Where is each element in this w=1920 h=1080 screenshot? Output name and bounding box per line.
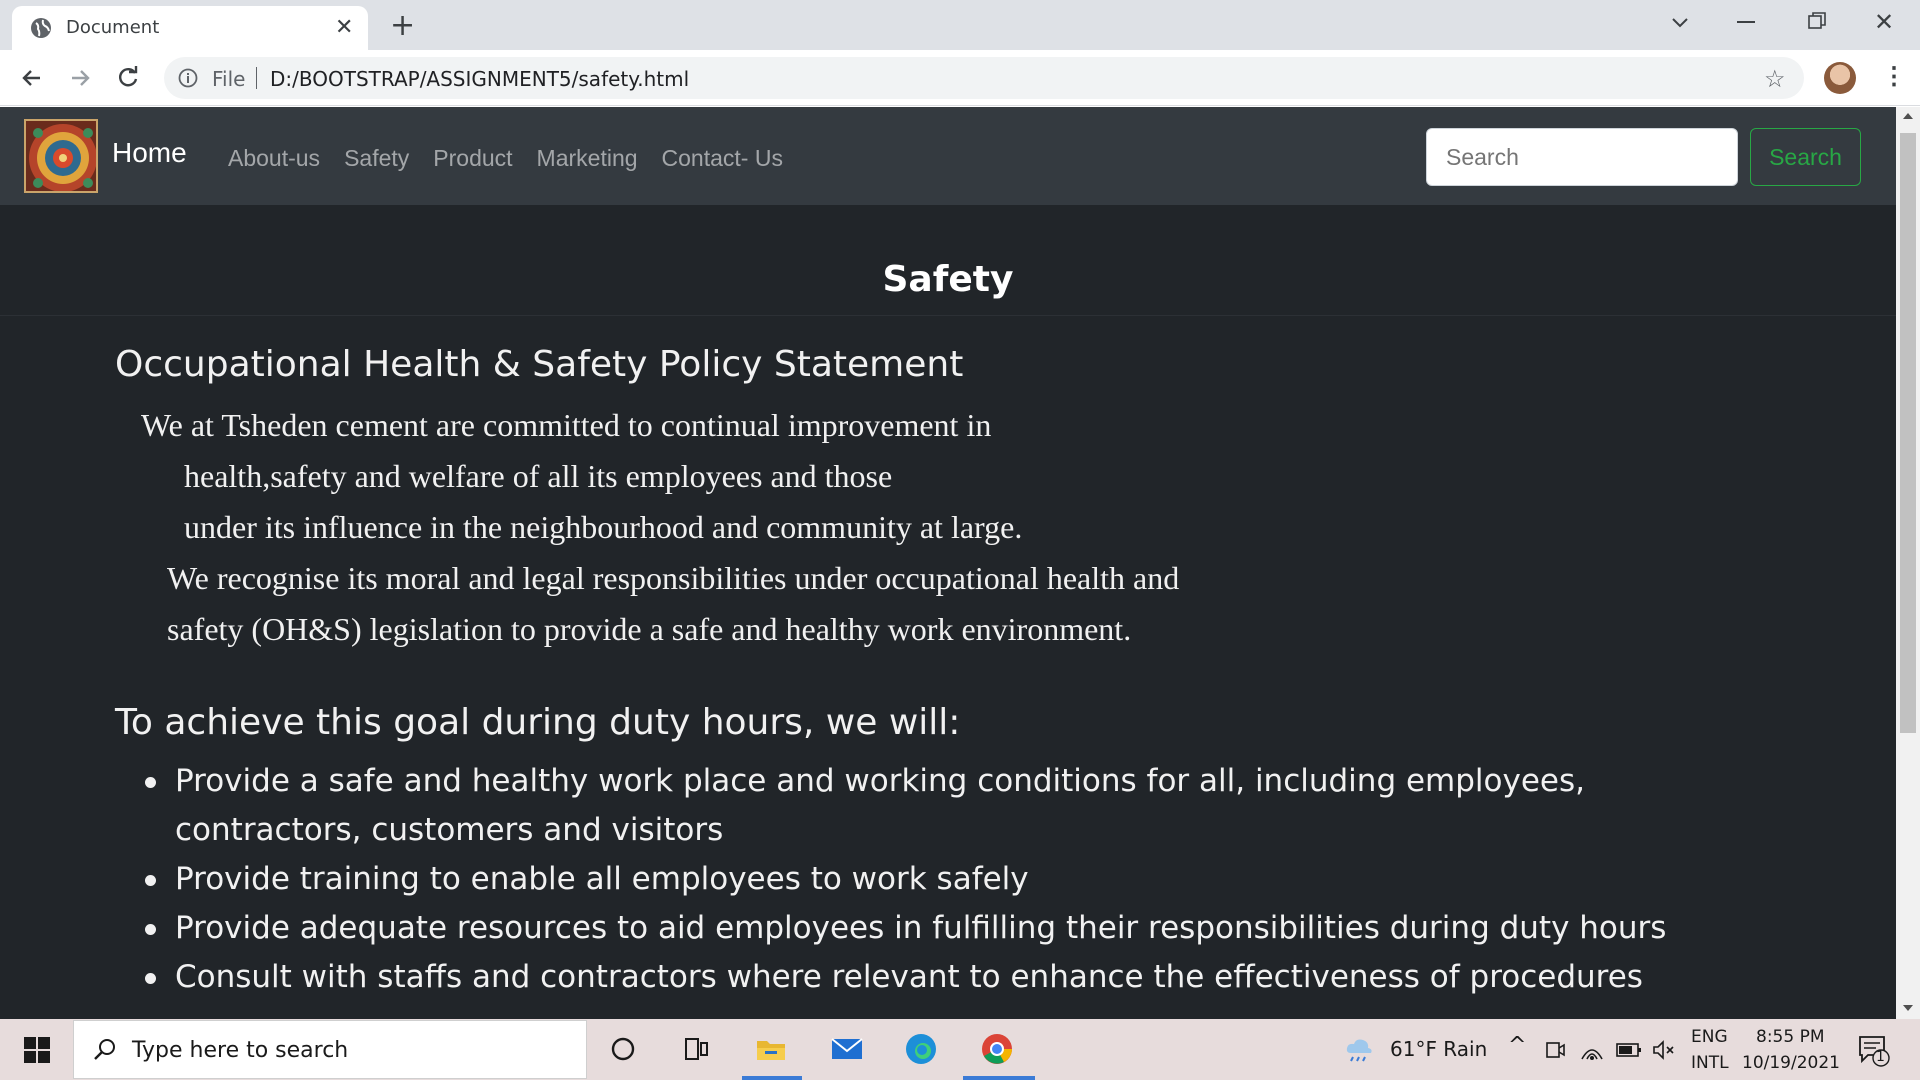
navbar-search-input[interactable]: [1426, 128, 1738, 186]
task-view-icon[interactable]: [678, 1031, 714, 1067]
info-icon[interactable]: [178, 68, 198, 88]
minimize-icon[interactable]: [1737, 21, 1755, 23]
scrollbar-thumb[interactable]: [1900, 133, 1916, 733]
edge-browser-icon[interactable]: [903, 1031, 939, 1067]
windows-taskbar: Type here to search 61°F Rain ^ ENG INTL…: [0, 1019, 1920, 1080]
page-scrollbar[interactable]: [1896, 107, 1920, 1019]
browser-toolbar: File D:/BOOTSTRAP/ASSIGNMENT5/safety.htm…: [0, 50, 1920, 106]
language-indicator[interactable]: ENG: [1691, 1027, 1728, 1047]
nav-link-product[interactable]: Product: [433, 145, 512, 172]
nav-link-safety[interactable]: Safety: [344, 145, 409, 172]
scroll-up-icon[interactable]: [1903, 113, 1913, 119]
taskbar-search-box[interactable]: Type here to search: [73, 1020, 587, 1079]
back-arrow-icon[interactable]: [18, 64, 46, 92]
weather-text[interactable]: 61°F Rain: [1390, 1037, 1487, 1061]
reload-icon[interactable]: [114, 64, 142, 92]
list-item: Provide training to enable all employees…: [145, 855, 1705, 904]
policy-line: health,safety and welfare of all its emp…: [184, 458, 893, 494]
policy-line: under its influence in the neighbourhood…: [184, 509, 1023, 545]
wifi-icon[interactable]: [1580, 1039, 1604, 1061]
bookmark-star-icon[interactable]: ☆: [1764, 65, 1786, 94]
window-close-icon[interactable]: ✕: [1874, 8, 1894, 36]
clock-time[interactable]: 8:55 PM: [1756, 1027, 1825, 1047]
goal-heading: To achieve this goal during duty hours, …: [115, 702, 961, 743]
battery-icon[interactable]: [1616, 1041, 1642, 1059]
clock-date[interactable]: 10/19/2021: [1742, 1053, 1840, 1073]
brand-logo[interactable]: [24, 119, 98, 193]
nav-link-contact-us[interactable]: Contact- Us: [662, 145, 783, 172]
windows-start-icon[interactable]: [24, 1037, 50, 1063]
site-navbar: Home About-us Safety Product Marketing C…: [0, 107, 1896, 205]
profile-avatar[interactable]: [1824, 62, 1856, 94]
meet-now-icon[interactable]: [1544, 1039, 1566, 1061]
navbar-links: About-us Safety Product Marketing Contac…: [228, 145, 783, 172]
mandala-logo-icon: [29, 124, 96, 191]
chevron-up-icon[interactable]: ^: [1508, 1033, 1526, 1058]
rain-cloud-icon[interactable]: [1343, 1033, 1375, 1065]
file-explorer-icon[interactable]: [753, 1031, 789, 1067]
page-title: Safety: [882, 259, 1014, 300]
url-text[interactable]: D:/BOOTSTRAP/ASSIGNMENT5/safety.html: [270, 67, 689, 91]
notification-count: 1: [1876, 1049, 1885, 1065]
url-separator: [256, 67, 257, 89]
policy-line: We at Tsheden cement are committed to co…: [141, 407, 992, 443]
nav-link-marketing[interactable]: Marketing: [537, 145, 638, 172]
scroll-down-icon[interactable]: [1903, 1005, 1913, 1011]
volume-muted-icon[interactable]: [1652, 1039, 1676, 1061]
policy-heading: Occupational Health & Safety Policy Stat…: [115, 344, 964, 385]
active-indicator: [963, 1076, 1035, 1080]
navbar-search-button[interactable]: Search: [1750, 128, 1861, 186]
policy-line: We recognise its moral and legal respons…: [167, 560, 1180, 596]
list-item: Provide adequate resources to aid employ…: [145, 904, 1705, 953]
chevron-down-icon[interactable]: [1668, 10, 1692, 34]
browser-tab[interactable]: Document ✕: [12, 6, 368, 50]
taskbar-search-placeholder: Type here to search: [132, 1038, 349, 1063]
url-scheme-label: File: [212, 67, 246, 91]
active-indicator: [742, 1076, 802, 1080]
browser-tabstrip: Document ✕ + ✕: [0, 0, 1920, 50]
mail-icon[interactable]: [829, 1031, 865, 1067]
page-viewport: Home About-us Safety Product Marketing C…: [0, 107, 1896, 1019]
cortana-icon[interactable]: [605, 1031, 641, 1067]
goal-list: Provide a safe and healthy work place an…: [145, 757, 1705, 1002]
nav-link-about-us[interactable]: About-us: [228, 145, 320, 172]
navbar-brand-home[interactable]: Home: [112, 137, 187, 169]
tab-title: Document: [66, 17, 160, 38]
list-item: Consult with staffs and contractors wher…: [145, 953, 1705, 1002]
list-item: Provide a safe and healthy work place an…: [145, 757, 1705, 855]
keyboard-layout-indicator[interactable]: INTL: [1691, 1053, 1729, 1073]
new-tab-button[interactable]: +: [390, 8, 415, 43]
close-tab-icon[interactable]: ✕: [335, 15, 353, 40]
chrome-browser-icon[interactable]: [979, 1031, 1015, 1067]
restore-icon[interactable]: [1808, 12, 1826, 30]
address-bar[interactable]: File D:/BOOTSTRAP/ASSIGNMENT5/safety.htm…: [164, 57, 1804, 99]
menu-kebab-icon[interactable]: ⋮: [1882, 62, 1906, 91]
search-icon: [94, 1039, 115, 1060]
policy-line: safety (OH&S) legislation to provide a s…: [167, 611, 1132, 647]
forward-arrow-icon[interactable]: [66, 64, 94, 92]
globe-icon: [31, 18, 51, 38]
